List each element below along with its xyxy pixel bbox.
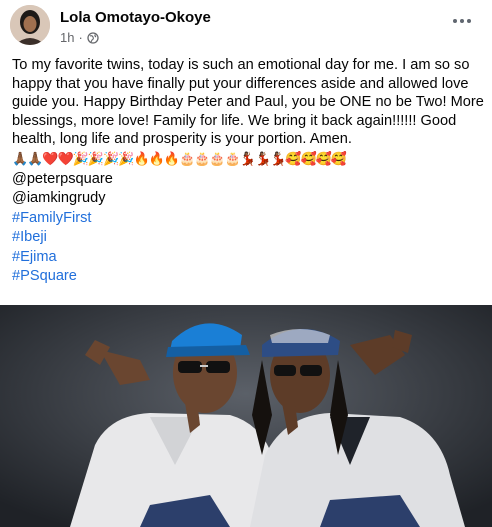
post-body-text: To my favorite twins, today is such an e… (12, 57, 484, 147)
twins-photo-illustration (0, 305, 492, 527)
meta-separator: · (78, 30, 83, 45)
hashtag-familyfirst[interactable]: #FamilyFirst (12, 209, 488, 229)
mention-iamkingrudy[interactable]: @iamkingrudy (12, 189, 488, 209)
author-avatar[interactable] (10, 5, 50, 45)
avatar-image (10, 5, 50, 45)
post-meta: 1h · (60, 30, 99, 45)
emoji-row: 🙏🏾🙏🏾❤️❤️🎉🎉🎉🎉🔥🔥🔥🎂🎂🎂🎂💃🏾💃🏾💃🏾🥰🥰🥰🥰 (12, 150, 347, 166)
more-options-icon[interactable] (450, 12, 474, 30)
hashtag-psquare[interactable]: #PSquare (12, 267, 488, 287)
hashtag-ibeji[interactable]: #Ibeji (12, 228, 488, 248)
mention-peterpsquare[interactable]: @peterpsquare (12, 170, 488, 190)
post-time[interactable]: 1h (60, 30, 74, 45)
author-name[interactable]: Lola Omotayo-Okoye (60, 9, 211, 26)
globe-icon[interactable] (87, 31, 99, 44)
post-content: To my favorite twins, today is such an e… (12, 56, 488, 287)
post-header: Lola Omotayo-Okoye 1h · (0, 0, 492, 52)
post-photo[interactable] (0, 305, 492, 527)
hashtag-ejima[interactable]: #Ejima (12, 248, 488, 268)
